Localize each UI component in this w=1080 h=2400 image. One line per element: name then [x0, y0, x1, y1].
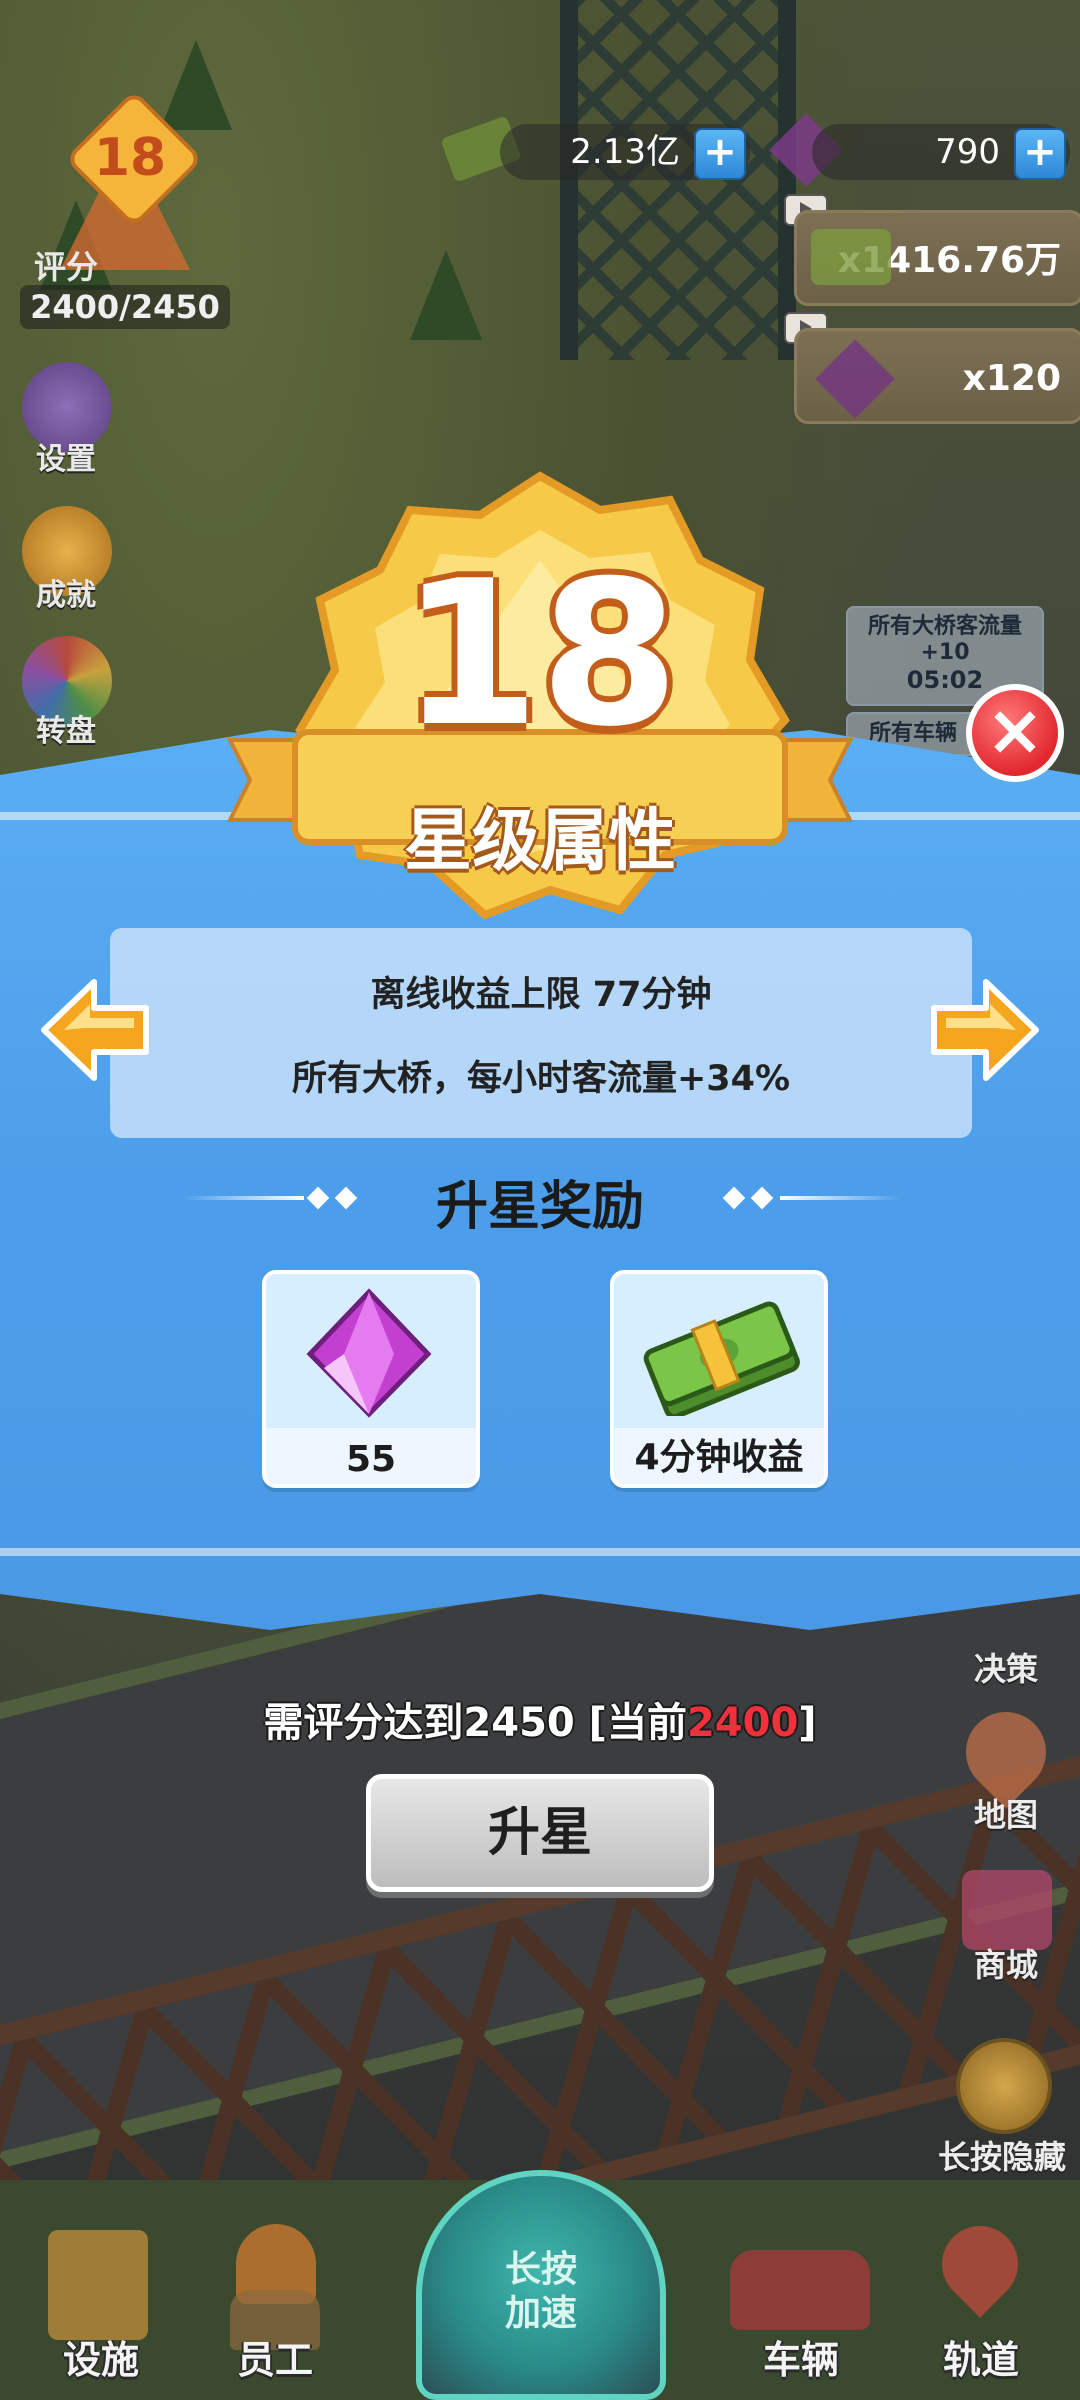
bridge-tower: [560, 0, 796, 360]
star-level-number: 18: [400, 538, 680, 771]
reward-title-decoration-right: [780, 1196, 900, 1200]
track-pin-icon: [926, 2210, 1034, 2318]
upgrade-star-button[interactable]: 升星: [366, 1774, 714, 1892]
next-level-arrow-icon[interactable]: [926, 970, 1046, 1090]
reward-card-gems[interactable]: 55: [262, 1270, 480, 1488]
reward-title: 升星奖励: [435, 1177, 644, 1237]
tree: [410, 250, 482, 340]
speed-up-label: 长按 加速: [504, 2249, 577, 2334]
shop-bag-icon[interactable]: [962, 1870, 1052, 1950]
reward-card-cash[interactable]: 4分钟收益: [610, 1270, 828, 1488]
hide-label[interactable]: 长按隐藏: [938, 2132, 1066, 2178]
attribute-offline-limit: 离线收益上限 77分钟: [370, 975, 712, 1015]
nav-tracks[interactable]: 轨道: [896, 2210, 1066, 2390]
nav-facilities[interactable]: 设施: [16, 2220, 186, 2390]
cash-bundle-icon: [643, 1301, 800, 1416]
dialog-title: 星级属性: [403, 802, 676, 881]
requirement-suffix: ]: [798, 1700, 817, 1746]
video-gem-reward-button[interactable]: x120: [794, 328, 1080, 424]
add-cash-button[interactable]: +: [694, 128, 746, 180]
upgrade-requirement: 需评分达到2450 [当前2400]: [0, 1690, 1080, 1748]
panel-bottom-line: [0, 1548, 1080, 1556]
nav-staff[interactable]: 员工: [190, 2220, 360, 2390]
rating-label: 评分: [34, 248, 99, 286]
close-button[interactable]: ×: [966, 684, 1064, 782]
cash-stack-icon: [811, 229, 891, 285]
eye-hide-icon[interactable]: [956, 2038, 1052, 2134]
nav-vehicles[interactable]: 车辆: [716, 2220, 886, 2390]
close-icon: ×: [985, 689, 1045, 771]
nav-vehicles-label: 车辆: [762, 2338, 839, 2382]
attribute-box: 离线收益上限 77分钟 所有大桥，每小时客流量+34%: [110, 928, 972, 1138]
nav-facilities-label: 设施: [62, 2338, 139, 2382]
rating-progress: 2400/2450: [20, 285, 230, 329]
shop-label[interactable]: 商城: [974, 1940, 1038, 1986]
nav-tracks-label: 轨道: [942, 2338, 1019, 2382]
gem-counter[interactable]: 790 +: [812, 124, 1070, 180]
attribute-bridge-traffic: 所有大桥，每小时客流量+34%: [291, 1059, 791, 1099]
requirement-prefix: 需评分达到2450 [当前: [263, 1700, 687, 1746]
gem-cluster-icon: [815, 339, 895, 419]
video-cash-reward-button[interactable]: x1416.76万: [794, 210, 1080, 306]
map-label[interactable]: 地图: [974, 1790, 1038, 1836]
cash-counter[interactable]: 2.13亿 +: [500, 124, 750, 180]
reward-gem-amount: 55: [345, 1439, 397, 1480]
rating-badge[interactable]: 18 评分 2400/2450: [20, 89, 230, 330]
car-icon: [730, 2250, 870, 2330]
video-gem-reward-value: x120: [962, 358, 1061, 399]
previous-level-arrow-icon[interactable]: [34, 970, 154, 1090]
facility-building-icon: [48, 2230, 148, 2340]
gem-value: 790: [935, 132, 1000, 172]
cash-value: 2.13亿: [570, 132, 680, 172]
add-gem-button[interactable]: +: [1014, 128, 1066, 180]
purple-gem-icon: [306, 1288, 432, 1418]
requirement-current-score: 2400: [686, 1700, 799, 1746]
rating-level: 18: [93, 128, 167, 188]
decision-label[interactable]: 决策: [974, 1644, 1038, 1690]
nav-staff-label: 员工: [236, 2338, 313, 2382]
settings-label[interactable]: 设置: [36, 434, 96, 478]
reward-cash-label: 4分钟收益: [634, 1437, 804, 1478]
